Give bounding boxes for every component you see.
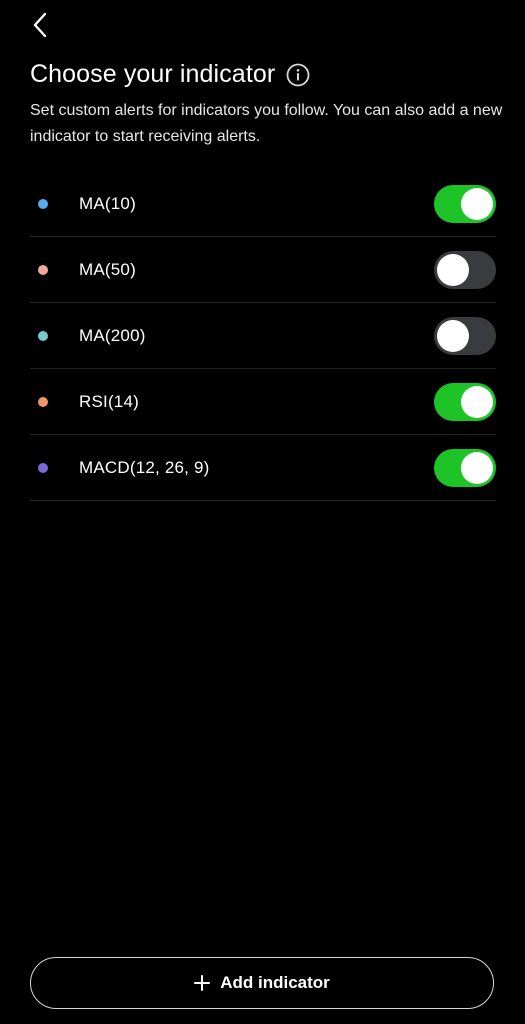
chevron-left-icon bbox=[33, 12, 47, 38]
indicator-label: MA(200) bbox=[79, 325, 146, 345]
toggle-knob bbox=[461, 385, 493, 418]
add-indicator-label: Add indicator bbox=[220, 973, 330, 992]
indicator-color-dot bbox=[38, 198, 48, 209]
indicator-row: RSI(14) bbox=[30, 369, 496, 435]
indicator-label: MA(50) bbox=[79, 259, 136, 279]
indicator-color-dot bbox=[38, 330, 48, 341]
back-button[interactable] bbox=[26, 10, 54, 40]
indicator-color-dot bbox=[38, 462, 48, 473]
indicator-list: MA(10) MA(50) MA(200) RSI(14) MACD(12, 2… bbox=[30, 171, 496, 501]
indicator-label: RSI(14) bbox=[79, 391, 139, 411]
toggle-knob bbox=[437, 253, 469, 286]
indicator-label: MA(10) bbox=[79, 193, 136, 213]
indicator-toggle[interactable] bbox=[434, 382, 496, 421]
toggle-knob bbox=[437, 319, 469, 352]
indicator-label: MACD(12, 26, 9) bbox=[79, 457, 210, 477]
indicator-toggle[interactable] bbox=[434, 250, 496, 289]
indicator-row: MACD(12, 26, 9) bbox=[30, 435, 496, 501]
indicator-toggle[interactable] bbox=[434, 316, 496, 355]
plus-icon bbox=[194, 975, 211, 991]
add-indicator-button[interactable]: Add indicator bbox=[30, 957, 494, 1009]
indicator-toggle[interactable] bbox=[434, 184, 496, 223]
indicator-color-dot bbox=[38, 396, 48, 407]
indicator-row: MA(200) bbox=[30, 303, 496, 369]
toggle-knob bbox=[461, 451, 493, 484]
page-subtitle: Set custom alerts for indicators you fol… bbox=[30, 102, 503, 145]
title-row: Choose your indicator bbox=[30, 60, 311, 89]
indicator-row: MA(10) bbox=[30, 171, 496, 237]
indicator-row: MA(50) bbox=[30, 237, 496, 303]
info-button[interactable] bbox=[285, 62, 311, 88]
indicator-toggle[interactable] bbox=[434, 448, 496, 487]
indicator-color-dot bbox=[38, 264, 48, 275]
toggle-knob bbox=[461, 187, 493, 220]
info-circle-icon bbox=[286, 63, 310, 86]
page-title: Choose your indicator bbox=[30, 60, 276, 88]
